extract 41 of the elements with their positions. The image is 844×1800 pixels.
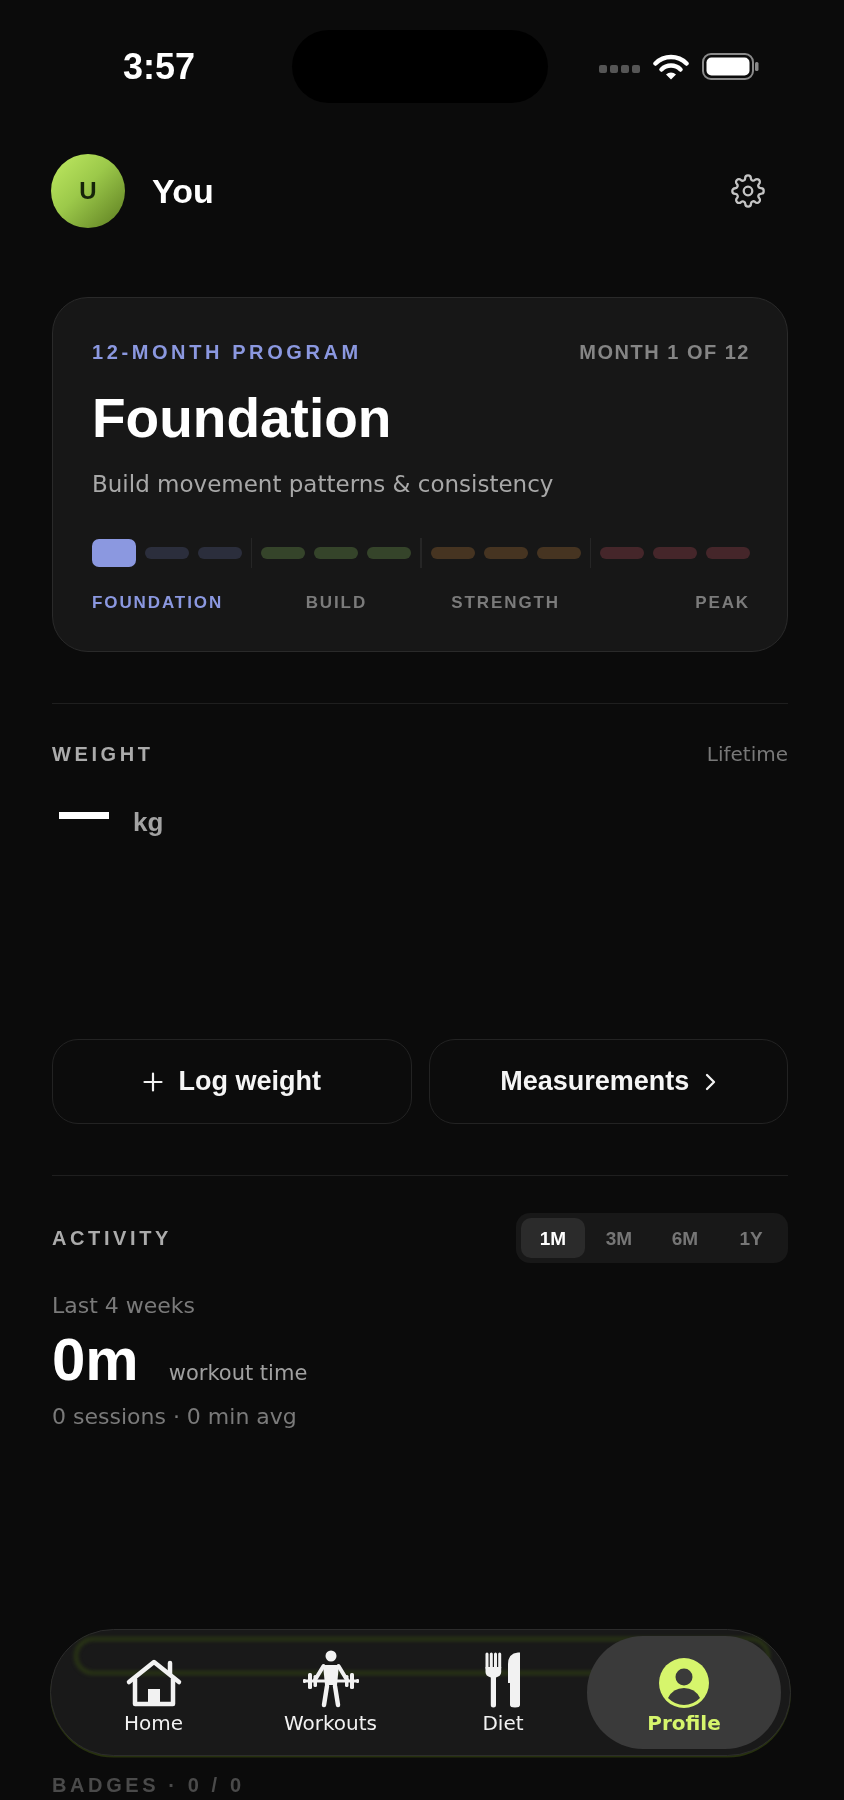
chevron-icon: [705, 1072, 717, 1091]
action-button[interactable]: Measurements: [428, 1039, 788, 1124]
period-label: Last 4 weeks: [52, 1293, 196, 1319]
weight-unit: kg: [133, 809, 164, 835]
action-button[interactable]: Log weight: [52, 1039, 412, 1124]
phase-label: STRENGTH: [451, 593, 560, 613]
month-label: MONTH 1 OF 12: [579, 341, 750, 363]
range-tab[interactable]: 1Y: [719, 1218, 783, 1258]
settings-icon[interactable]: [730, 173, 766, 209]
weightlifter-icon: [302, 1650, 359, 1708]
tab-bar-item[interactable]: Home: [65, 1636, 242, 1749]
range-tab[interactable]: 6M: [653, 1218, 717, 1258]
tab-bar-item[interactable]: Workouts: [242, 1636, 419, 1749]
section-heading: ACTIVITY: [52, 1226, 172, 1250]
phase-label: PEAK: [695, 593, 750, 613]
status-time: 3:57: [122, 48, 195, 85]
workout-caption: workout time: [168, 1360, 308, 1386]
tab-bar-item[interactable]: Profile: [587, 1636, 781, 1749]
range-tab[interactable]: 1M: [521, 1218, 585, 1258]
range-label: Lifetime: [706, 742, 788, 766]
person-icon: [659, 1658, 709, 1708]
section-heading: WEIGHT: [52, 742, 154, 766]
wifi-icon: [653, 53, 689, 80]
program-description: Build movement patterns & consistency: [92, 470, 554, 498]
phase-label: FOUNDATION: [92, 593, 224, 613]
house-icon: [124, 1658, 183, 1708]
tab-bar-item[interactable]: Diet: [419, 1636, 587, 1749]
range-tab[interactable]: 3M: [587, 1218, 651, 1258]
badges-heading: BADGES · 0 / 0: [52, 1774, 245, 1796]
user-name: You: [152, 171, 214, 211]
battery-icon: [702, 53, 759, 80]
weight-value: —: [56, 784, 112, 840]
avatar: U: [51, 154, 125, 228]
signal-icon: [599, 64, 640, 73]
program-title: Foundation: [92, 388, 392, 448]
plus-icon: [142, 1071, 163, 1092]
activity-summary: 0 sessions · 0 min avg: [52, 1404, 297, 1430]
fork-knife-icon: [485, 1652, 521, 1708]
workout-total: 0m: [52, 1329, 139, 1391]
phase-label: BUILD: [305, 593, 368, 613]
program-eyebrow: 12-MONTH PROGRAM: [92, 341, 362, 363]
